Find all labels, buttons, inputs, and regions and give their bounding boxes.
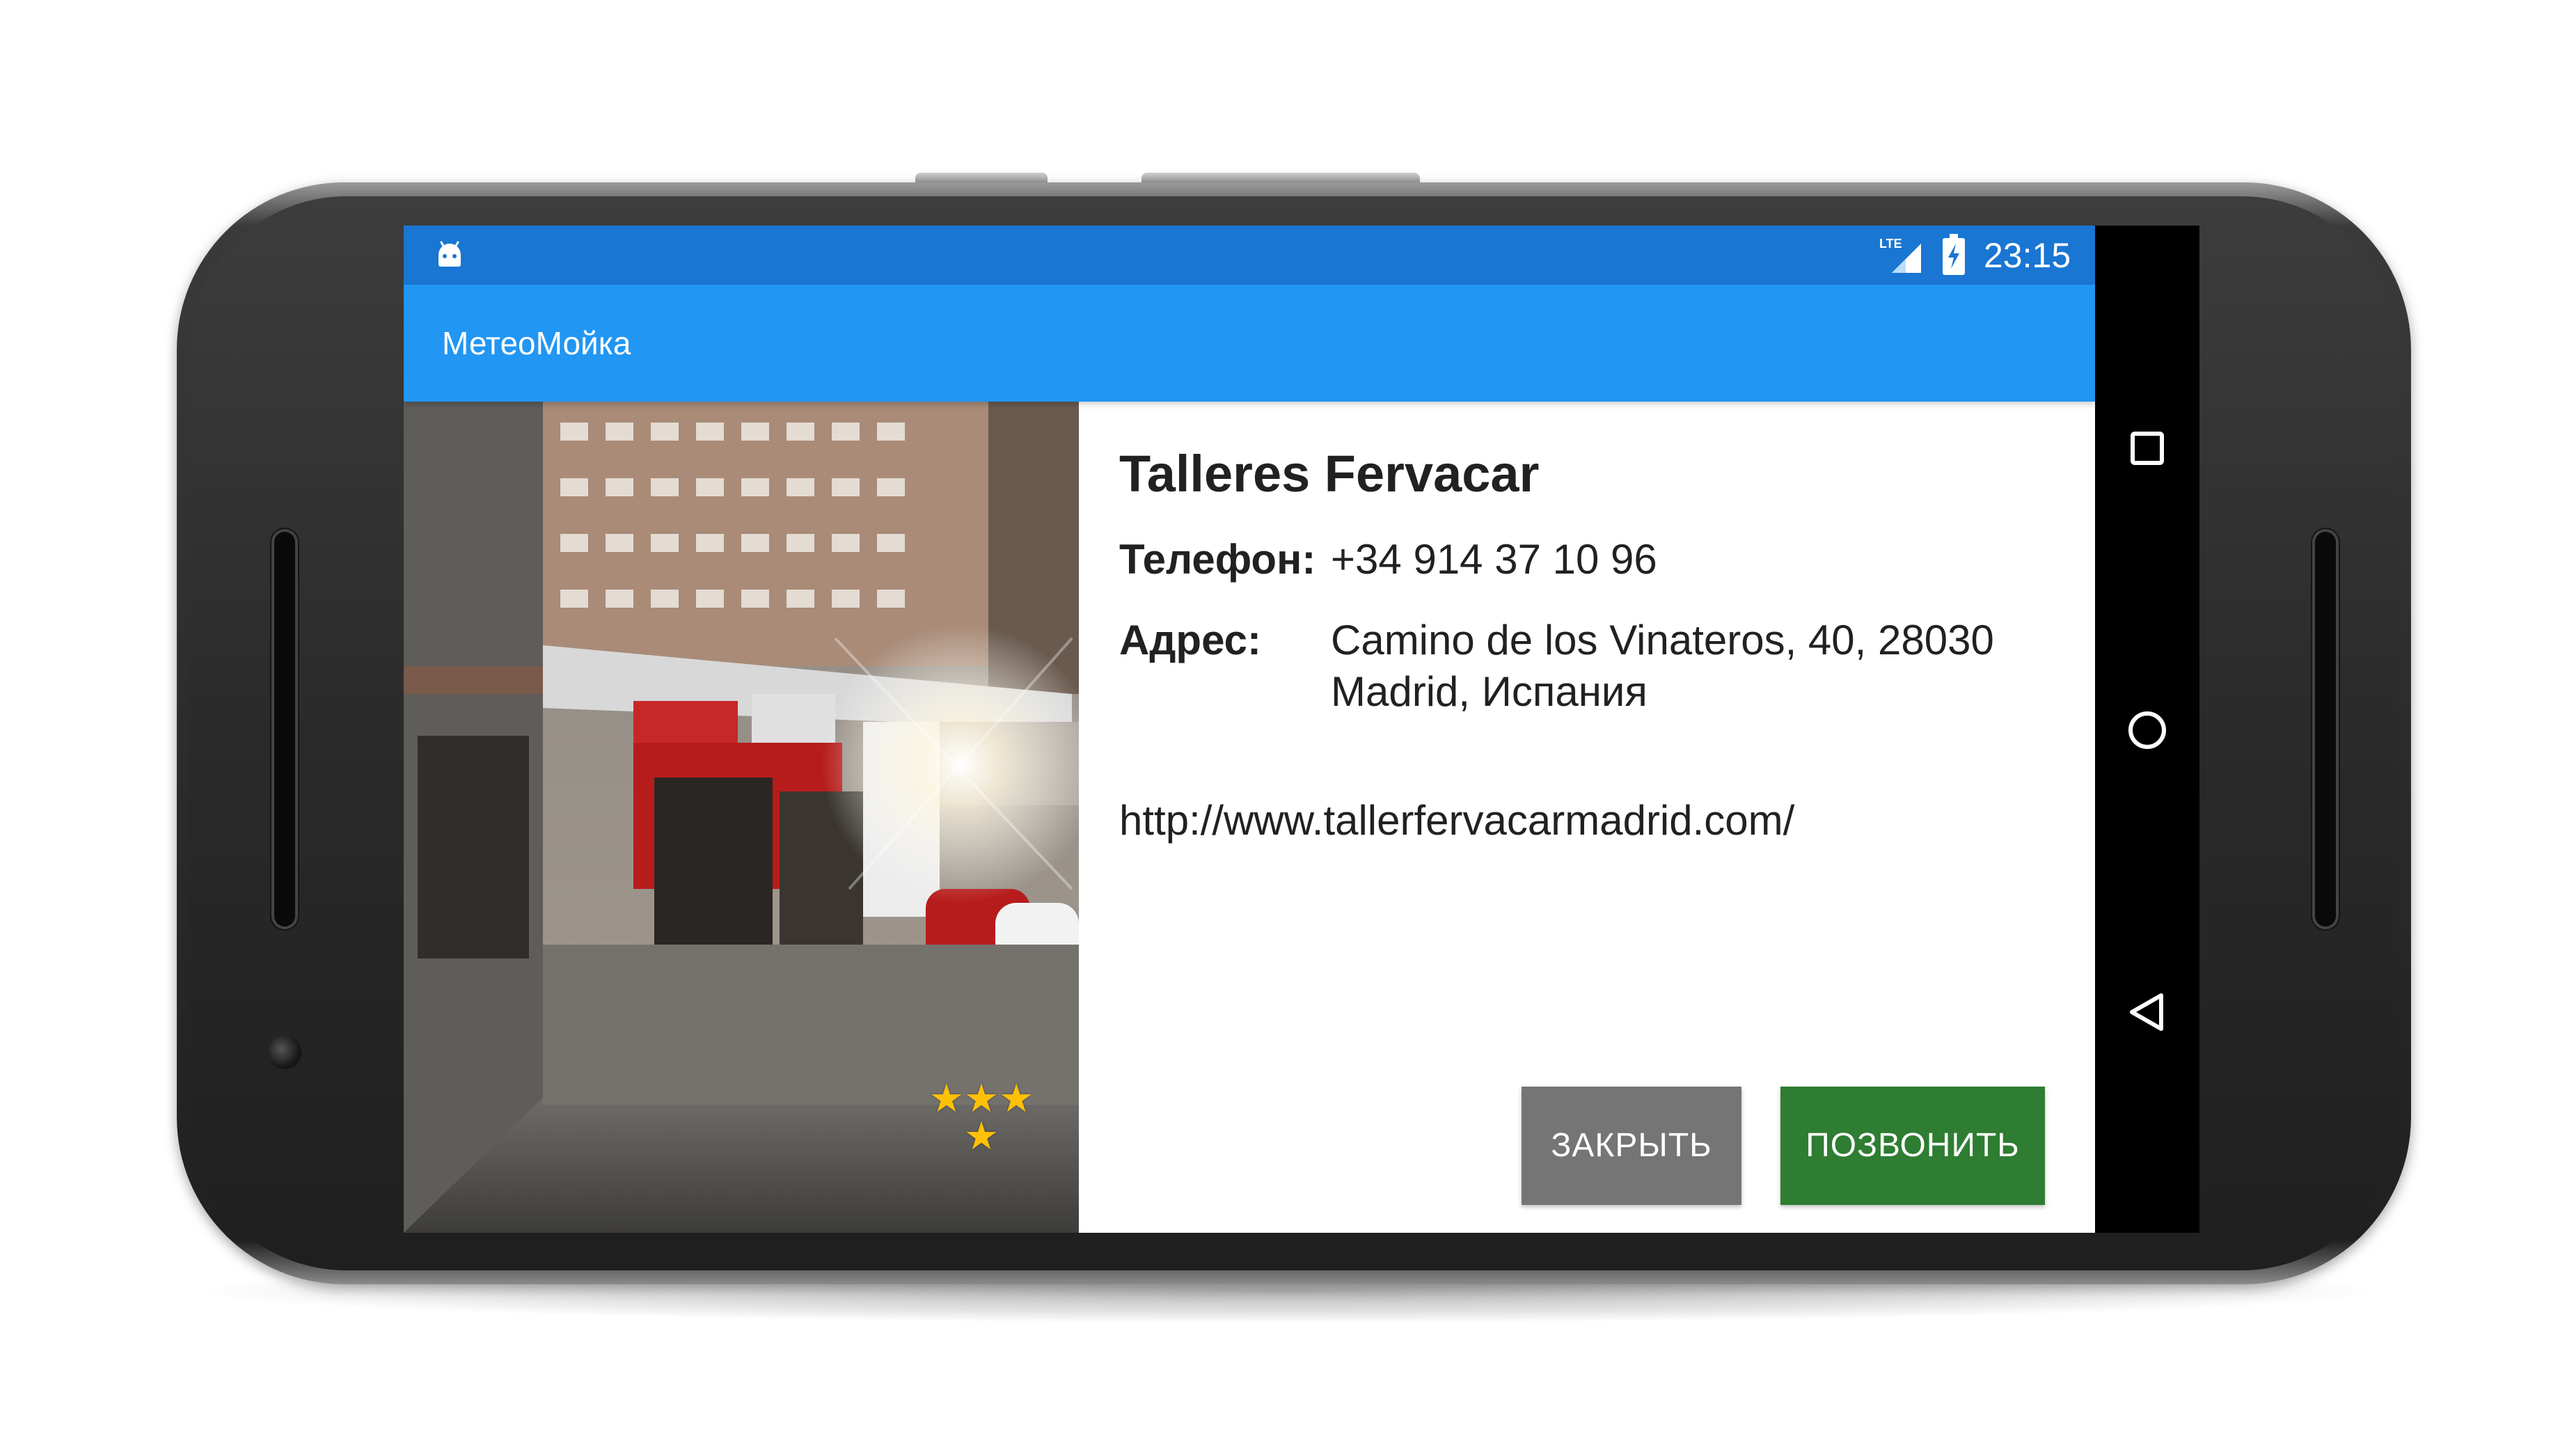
status-clock: 23:15 (1984, 236, 2071, 275)
speaker-grille-right (2312, 529, 2339, 929)
app-bar: МетеоМойка (404, 285, 2095, 402)
address-value[interactable]: Camino de los Vinateros, 40, 28030 Madri… (1331, 615, 2069, 718)
rating-stars: ★★★ ★ (929, 1076, 1034, 1159)
place-name: Talleres Fervacar (1119, 445, 1540, 503)
battery-charging-icon (1943, 234, 1965, 275)
recent-apps-icon[interactable] (2126, 427, 2168, 469)
address-line-2: Madrid, Испания (1331, 668, 1647, 715)
phone-screen: LTE 23:15 МетеоМойка ★★★ ★ Talleres Ferv… (404, 226, 2199, 1233)
address-line-1: Camino de los Vinateros, 40, 28030 (1331, 617, 1994, 663)
place-photo[interactable]: ★★★ ★ (404, 402, 1079, 1233)
app-title: МетеоМойка (442, 325, 631, 361)
lte-label: LTE (1879, 237, 1902, 251)
phone-label: Телефон: (1119, 536, 1316, 583)
call-button[interactable]: ПОЗВОНИТЬ (1780, 1087, 2045, 1205)
front-camera (268, 1036, 301, 1069)
phone-value[interactable]: +34 914 37 10 96 (1331, 534, 1657, 585)
navigation-bar (2095, 226, 2199, 1233)
place-detail-card: Talleres Fervacar Телефон: +34 914 37 10… (1079, 402, 2095, 1233)
signal-icon: LTE (1879, 237, 1921, 273)
home-icon[interactable] (2126, 709, 2168, 751)
android-icon (438, 241, 461, 267)
address-label: Адрес: (1119, 617, 1261, 663)
status-bar: LTE 23:15 (404, 226, 2095, 285)
website-link[interactable]: http://www.tallerfervacarmadrid.com/ (1119, 795, 1794, 846)
close-button[interactable]: ЗАКРЫТЬ (1522, 1087, 1741, 1205)
back-icon[interactable] (2126, 991, 2168, 1033)
speaker-grille-left (271, 529, 298, 929)
